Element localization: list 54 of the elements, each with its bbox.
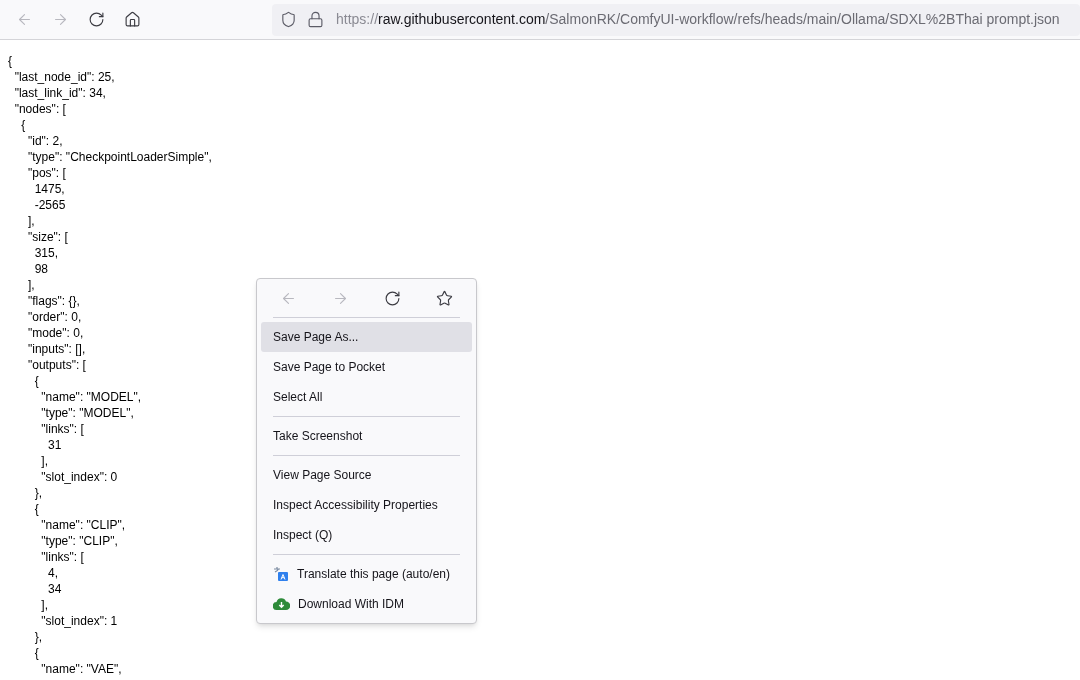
json-line: "inputs": [], xyxy=(27,341,86,357)
menu-item[interactable]: Translate this page (auto/en) xyxy=(261,559,472,589)
json-line: "links": [ xyxy=(40,421,84,437)
menu-item[interactable]: Download With IDM xyxy=(261,589,472,619)
json-line: 315, xyxy=(33,245,59,261)
json-line: "outputs": [ xyxy=(27,357,86,373)
json-line: 98 xyxy=(33,261,49,277)
translate-icon xyxy=(273,566,289,582)
json-line: "nodes": [ xyxy=(13,101,66,117)
json-line: { xyxy=(8,53,12,69)
json-line: 4, xyxy=(47,565,58,581)
json-line: "type": "MODEL", xyxy=(40,405,134,421)
json-line: "name": "CLIP", xyxy=(40,517,126,533)
menu-item[interactable]: Select All xyxy=(261,382,472,412)
json-line: "id": 2, xyxy=(27,133,63,149)
json-line: ], xyxy=(27,277,35,293)
lock-icon xyxy=(307,11,324,28)
json-line: 34 xyxy=(47,581,62,597)
json-line: "last_link_id": 34, xyxy=(13,85,106,101)
url-text: https://raw.githubusercontent.com/SalmonRK/ComfyUI-workflow/refs/heads/main/Ollama/SDXL%2BThai prompt.json xyxy=(336,10,1060,29)
json-line: { xyxy=(20,117,26,133)
menu-item[interactable]: Save Page As... xyxy=(261,322,472,352)
json-line: "links": [ xyxy=(40,549,84,565)
json-line: "name": "VAE", xyxy=(40,661,122,677)
address-bar[interactable]: https://raw.githubusercontent.com/SalmonRK/ComfyUI-workflow/refs/heads/main/Ollama/SDXL%2BThai prompt.json xyxy=(272,3,1080,36)
cloud-download-icon xyxy=(273,598,290,610)
json-line: ], xyxy=(40,597,48,613)
json-line: 31 xyxy=(47,437,62,453)
menu-item[interactable]: Take Screenshot xyxy=(261,421,472,451)
json-line: "size": [ xyxy=(27,229,68,245)
json-line: "last_node_id": 25, xyxy=(13,69,115,85)
json-line: -2565 xyxy=(33,197,66,213)
json-line: "pos": [ xyxy=(27,165,66,181)
json-line: ], xyxy=(27,213,35,229)
menu-item[interactable]: View Page Source xyxy=(261,460,472,490)
json-line: "slot_index": 0 xyxy=(40,469,118,485)
shield-icon xyxy=(280,11,297,28)
json-line: }, xyxy=(33,629,42,645)
json-line: "slot_index": 1 xyxy=(40,613,118,629)
json-line: "name": "MODEL", xyxy=(40,389,142,405)
json-line: "order": 0, xyxy=(27,309,82,325)
menu-item[interactable]: Inspect Accessibility Properties xyxy=(261,490,472,520)
json-line: { xyxy=(33,501,39,517)
json-line: "type": "CheckpointLoaderSimple", xyxy=(27,149,212,165)
json-line: "type": "CLIP", xyxy=(40,533,118,549)
json-line: "flags": {}, xyxy=(27,293,80,309)
menu-item[interactable]: Inspect (Q) xyxy=(261,520,472,550)
json-line: 1475, xyxy=(33,181,65,197)
json-line: ], xyxy=(40,453,48,469)
json-line: "mode": 0, xyxy=(27,325,84,341)
json-line: }, xyxy=(33,485,42,501)
menu-item[interactable]: Save Page to Pocket xyxy=(261,352,472,382)
json-line: { xyxy=(33,645,39,661)
json-line: { xyxy=(33,373,39,389)
